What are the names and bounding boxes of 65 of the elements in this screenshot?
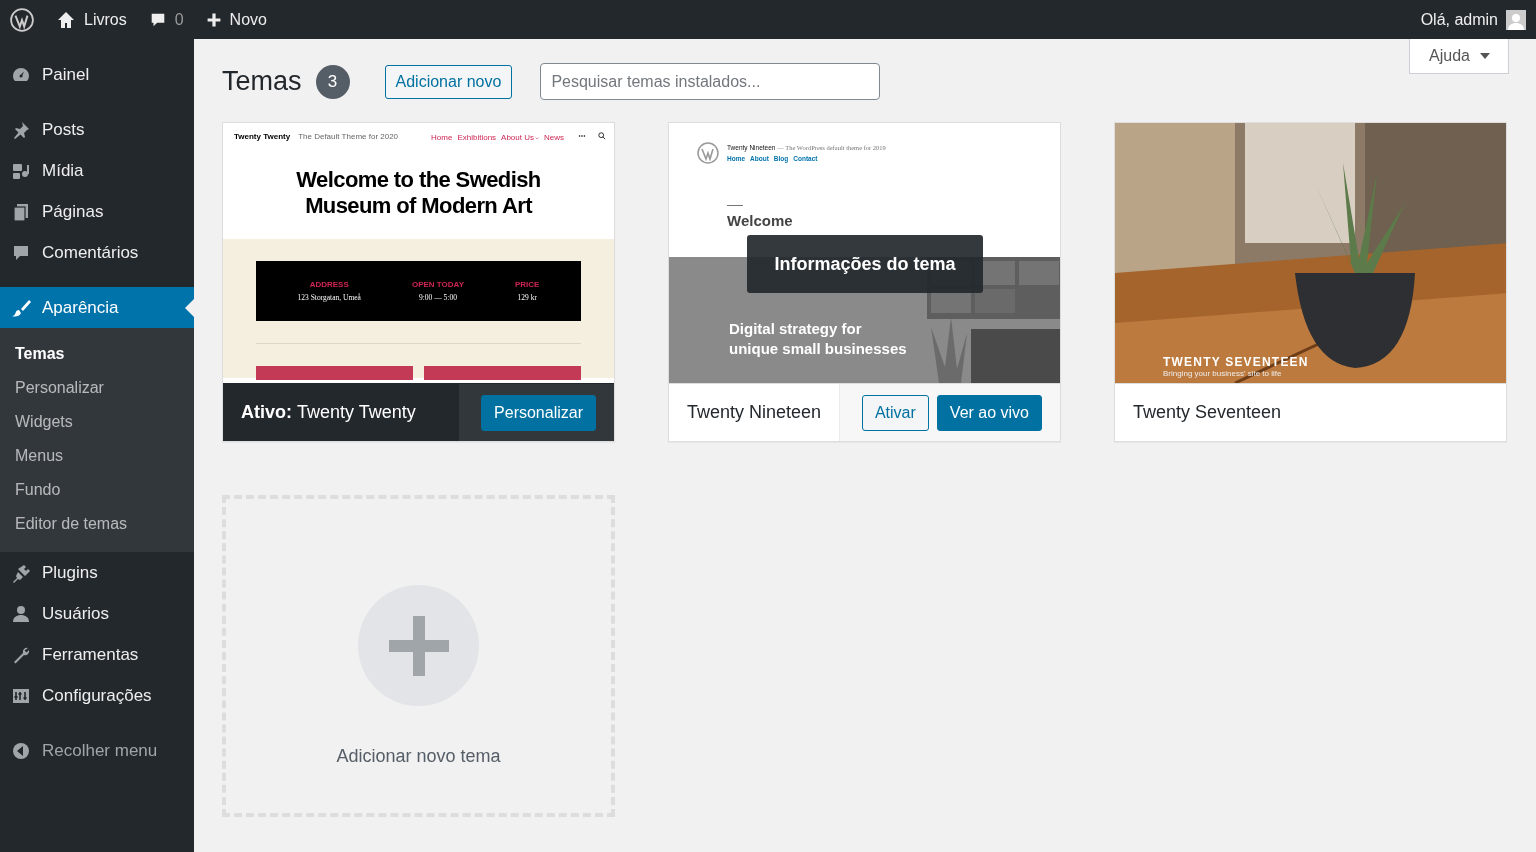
menu-item[interactable]: Ferramentas	[0, 634, 194, 675]
menu-item[interactable]: Painel	[0, 54, 194, 95]
greeting-link[interactable]: Olá, admin	[1420, 10, 1498, 29]
user-icon	[11, 603, 31, 624]
nav-link: Home	[431, 133, 453, 142]
info-label: OPEN TODAY	[411, 280, 464, 289]
new-link[interactable]: Novo	[205, 10, 267, 29]
nav-link: Exhibitions	[457, 133, 497, 142]
menu-item[interactable]: Comentários	[0, 232, 194, 273]
submenu-item[interactable]: Fundo	[0, 473, 194, 507]
theme-card[interactable]	[222, 122, 615, 442]
avatar-icon[interactable]	[1506, 9, 1526, 30]
collapse-icon	[11, 740, 31, 761]
site-tagline: Bringing your business' site to life	[1163, 369, 1282, 378]
page-title: Temas	[222, 66, 302, 97]
search-icon	[598, 132, 606, 140]
theme-name: Twenty Seventeen	[1132, 401, 1283, 424]
home-icon	[56, 9, 76, 30]
menu-item[interactable]: Usuários	[0, 593, 194, 634]
wordpress-logo-icon	[10, 7, 34, 32]
info-label: ADDRESS	[309, 280, 349, 289]
page-heading: Welcome to the Swedish Museum of Modern Art	[295, 167, 542, 220]
add-new-button[interactable]: Adicionar novo	[384, 64, 513, 99]
collapse-menu-button[interactable]: Recolher menu	[0, 730, 194, 771]
submenu-item[interactable]: Menus	[0, 439, 194, 473]
add-theme-label: Adicionar novo tema	[336, 746, 501, 767]
theme-count: 3	[315, 64, 350, 99]
info-label: PRICE	[515, 280, 540, 289]
submenu-item[interactable]: Editor de temas	[0, 507, 194, 541]
page-heading: Welcome	[727, 212, 794, 229]
submenu-item[interactable]: Widgets	[0, 405, 194, 439]
pages-icon	[11, 201, 31, 222]
pushpin-icon	[11, 119, 31, 140]
search-field[interactable]: Pesquisar temas instalados...	[540, 63, 881, 100]
menu-item[interactable]: Páginas	[0, 191, 194, 232]
wordpress-logo-icon	[697, 142, 719, 164]
hero-text: Digital strategy for unique small businesses	[729, 319, 908, 359]
site-title: Twenty Twenty	[234, 132, 291, 141]
theme-action-button[interactable]: Ativar	[861, 394, 929, 431]
site-title: TWENTY SEVENTEEN	[1163, 355, 1309, 369]
submenu-item[interactable]: Personalizar	[0, 371, 194, 405]
theme-name: Twenty Nineteen	[686, 401, 823, 424]
theme-action-button[interactable]: Ver ao vivo	[936, 394, 1042, 431]
site-tagline: The Default Theme for 2020	[298, 132, 399, 141]
menu-item[interactable]: Aparência	[0, 287, 194, 328]
plug-icon	[11, 562, 31, 583]
theme-name: Ativo: Twenty Twenty	[240, 401, 417, 424]
nav-link: About Us	[501, 133, 539, 142]
menu-item[interactable]: Plugins	[0, 552, 194, 593]
menu-item[interactable]: Mídia	[0, 150, 194, 191]
caret-icon	[1480, 51, 1490, 61]
help-button[interactable]: Ajuda	[1409, 39, 1509, 74]
menu-item[interactable]: Configurações	[0, 675, 194, 716]
site-link[interactable]: Livros	[56, 9, 127, 30]
theme-details-label[interactable]: Informações do tema	[747, 235, 983, 293]
add-theme-card[interactable]: Adicionar novo tema	[222, 495, 615, 817]
dots-icon	[578, 132, 586, 140]
menu-item[interactable]: Posts	[0, 109, 194, 150]
nav-link: News	[544, 133, 564, 142]
comments-link[interactable]: 0	[148, 10, 184, 29]
theme-card[interactable]: TWENTY SEVENTEEN Bringing your business' site to life Twenty Seventeen	[1114, 122, 1507, 442]
paintbrush-icon	[11, 297, 31, 318]
theme-action-button[interactable]: Personalizar	[481, 394, 596, 431]
submenu-item[interactable]: Temas	[0, 337, 194, 371]
plus-icon	[205, 11, 222, 28]
